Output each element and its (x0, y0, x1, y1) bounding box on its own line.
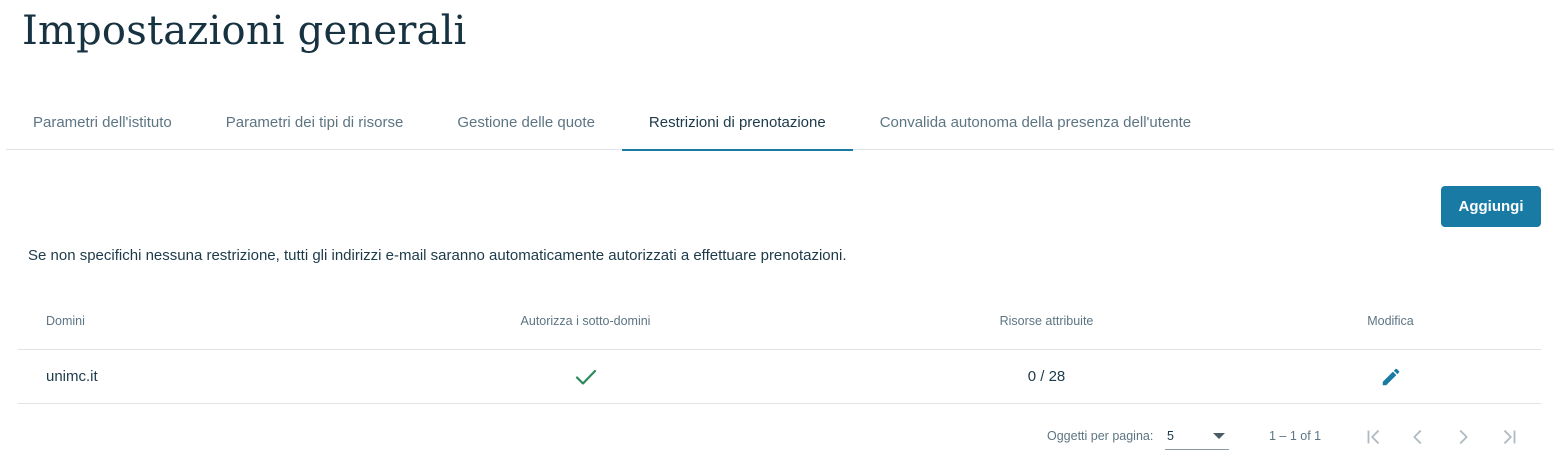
page-size-value: 5 (1167, 429, 1174, 443)
tab-quota-management[interactable]: Gestione delle quote (430, 95, 622, 150)
info-text: Se non specifichi nessuna restrizione, t… (28, 247, 847, 264)
resources-cell: 0 / 28 (1027, 368, 1066, 385)
header-domains[interactable]: Domini (18, 314, 318, 328)
table-header-row: Domini Autorizza i sotto-domini Risorse … (18, 293, 1541, 350)
paginator: Oggetti per pagina: 5 1 – 1 of 1 (0, 415, 1554, 459)
edit-cell (1240, 366, 1541, 388)
last-page-icon (1503, 429, 1516, 445)
tab-user-presence-validation[interactable]: Convalida autonoma della presenza dell'u… (853, 95, 1218, 150)
table-row: unimc.it 0 / 28 (18, 350, 1541, 404)
last-page-button[interactable] (1497, 425, 1521, 449)
previous-page-icon (1413, 429, 1422, 445)
allow-subdomains-cell (318, 368, 853, 386)
restrictions-table: Domini Autorizza i sotto-domini Risorse … (18, 293, 1541, 404)
tab-booking-restrictions[interactable]: Restrizioni di prenotazione (621, 95, 853, 151)
first-page-button[interactable] (1362, 425, 1386, 449)
add-button[interactable]: Aggiungi (1441, 186, 1541, 227)
dropdown-arrow-icon (1213, 433, 1225, 439)
next-page-button[interactable] (1451, 425, 1475, 449)
tab-bar: Parametri dell'istituto Parametri dei ti… (6, 95, 1554, 151)
items-per-page-label: Oggetti per pagina: (1047, 429, 1154, 443)
header-allow-subdomains[interactable]: Autorizza i sotto-domini (318, 314, 853, 328)
header-assigned-resources[interactable]: Risorse attribuite (853, 314, 1240, 328)
tab-institute-parameters[interactable]: Parametri dell'istituto (6, 95, 199, 150)
next-page-icon (1459, 429, 1468, 445)
previous-page-button[interactable] (1406, 425, 1430, 449)
page-size-select[interactable]: 5 (1165, 424, 1229, 450)
header-edit: Modifica (1367, 314, 1414, 328)
page-title: Impostazioni generali (22, 8, 467, 54)
check-icon (575, 369, 596, 385)
range-label: 1 – 1 of 1 (1269, 429, 1322, 443)
domain-cell: unimc.it (46, 368, 98, 385)
pencil-icon (1382, 368, 1399, 385)
edit-button[interactable] (1380, 366, 1402, 388)
first-page-icon (1367, 429, 1380, 445)
tab-resource-type-parameters[interactable]: Parametri dei tipi di risorse (199, 95, 431, 150)
